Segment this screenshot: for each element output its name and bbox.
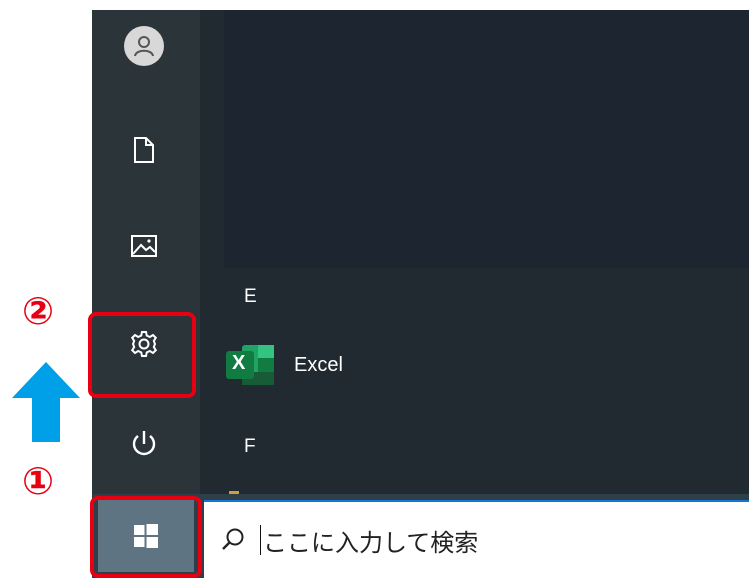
text-caret [260,525,261,555]
live-tile-area [224,10,749,268]
documents-button[interactable] [108,120,180,180]
pictures-icon [131,235,157,257]
user-icon [124,26,164,66]
section-header-e[interactable]: E [244,286,257,308]
app-item-label: Excel [294,353,343,376]
up-arrow-icon [12,362,80,442]
step-2-label: ② [22,289,55,333]
power-icon [132,431,156,456]
settings-highlight-box [88,312,196,398]
section-header-f[interactable]: F [244,436,256,458]
app-item-excel[interactable]: X Excel [224,336,749,394]
power-button[interactable] [108,414,180,474]
pictures-button[interactable] [108,216,180,276]
document-icon [134,137,154,163]
taskbar-search-box[interactable]: ここに入力して検索 [204,500,749,578]
search-icon [222,528,244,550]
start-highlight-box [90,496,202,578]
step-1-label: ① [22,459,55,503]
excel-icon: X [224,341,276,389]
user-account-button[interactable] [108,16,180,76]
excel-badge: X [232,352,246,374]
search-placeholder: ここに入力して検索 [263,528,479,557]
screen: E X Excel F ここに入力して検索 ② ① [0,0,749,578]
